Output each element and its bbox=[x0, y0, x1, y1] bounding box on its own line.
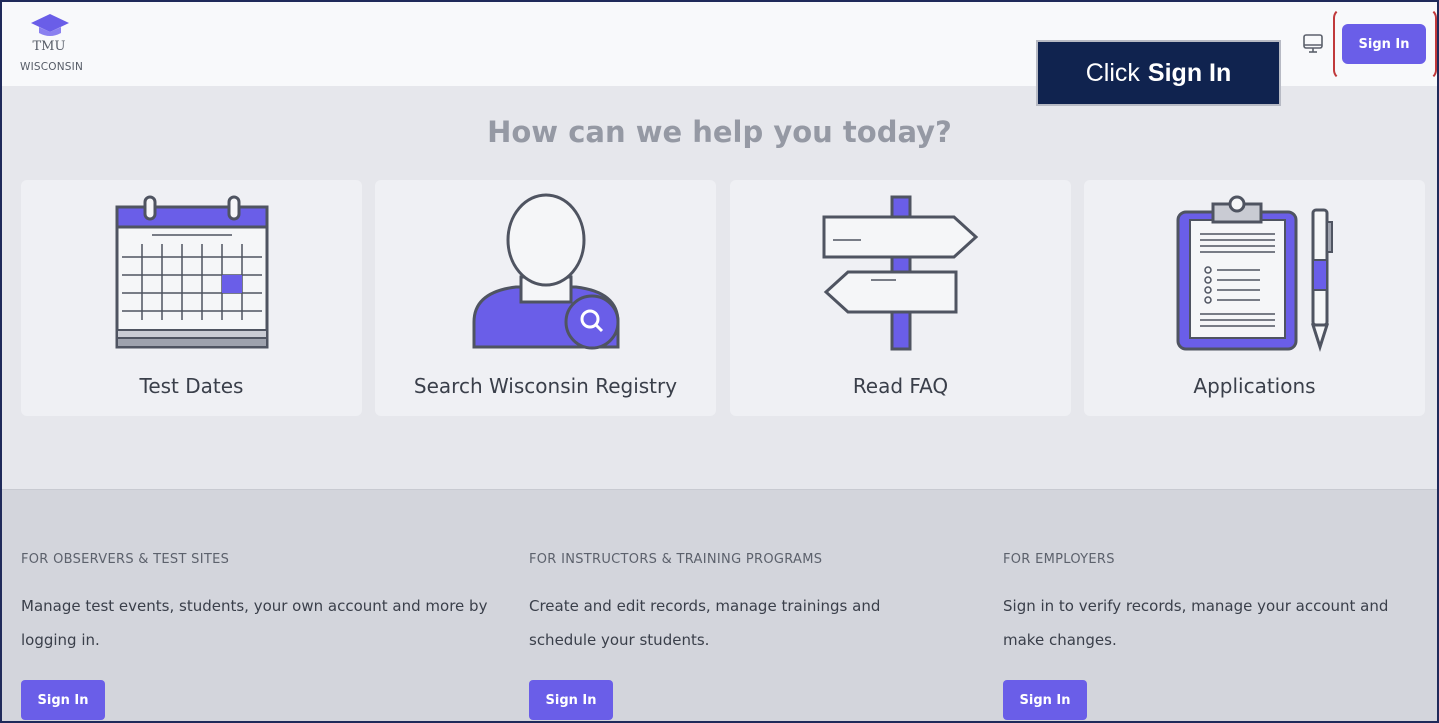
footer-column-employers: FOR EMPLOYERS Sign in to verify records,… bbox=[1003, 552, 1423, 720]
card-search-registry[interactable]: Search Wisconsin Registry bbox=[375, 180, 716, 416]
header-sign-in-button[interactable]: Sign In bbox=[1342, 24, 1426, 64]
signpost-icon bbox=[822, 195, 978, 351]
column-heading: FOR EMPLOYERS bbox=[1003, 552, 1115, 567]
logo-text-wisconsin: WISCONSIN bbox=[20, 61, 84, 73]
card-test-dates[interactable]: Test Dates bbox=[21, 180, 362, 416]
clipboard-icon bbox=[1176, 195, 1333, 352]
card-label: Search Wisconsin Registry bbox=[413, 374, 678, 398]
graduation-cap-icon bbox=[31, 14, 69, 36]
footer: FOR OBSERVERS & TEST SITES Manage test e… bbox=[2, 489, 1437, 721]
callout-prefix: Click bbox=[1085, 58, 1140, 87]
card-label: Applications bbox=[1193, 374, 1316, 398]
card-label: Read FAQ bbox=[852, 374, 949, 398]
employers-sign-in-button[interactable]: Sign In bbox=[1003, 680, 1087, 720]
column-heading: FOR INSTRUCTORS & TRAINING PROGRAMS bbox=[529, 552, 823, 567]
logo[interactable]: TMU WISCONSIN bbox=[20, 12, 100, 76]
instruction-callout: Click Sign In bbox=[1036, 40, 1281, 106]
instructors-sign-in-button[interactable]: Sign In bbox=[529, 680, 613, 720]
column-heading: FOR OBSERVERS & TEST SITES bbox=[21, 552, 230, 567]
column-description: Create and edit records, manage training… bbox=[529, 597, 881, 649]
header: TMU WISCONSIN Click Sign In Sign In bbox=[2, 2, 1437, 106]
card-applications[interactable]: Applications bbox=[1084, 180, 1425, 416]
observers-sign-in-button[interactable]: Sign In bbox=[21, 680, 105, 720]
callout-emphasis: Sign In bbox=[1147, 58, 1232, 87]
footer-column-instructors: FOR INSTRUCTORS & TRAINING PROGRAMS Crea… bbox=[529, 552, 949, 720]
card-read-faq[interactable]: Read FAQ bbox=[730, 180, 1071, 416]
page-frame: TMU WISCONSIN Click Sign In Sign In How … bbox=[0, 0, 1439, 723]
column-description: Manage test events, students, your own a… bbox=[21, 597, 488, 649]
page-headline: How can we help you today? bbox=[487, 115, 952, 149]
column-description: Sign in to verify records, manage your a… bbox=[1003, 597, 1389, 649]
person-search-icon bbox=[472, 193, 619, 350]
calendar-icon bbox=[115, 195, 268, 349]
footer-column-observers: FOR OBSERVERS & TEST SITES Manage test e… bbox=[21, 552, 491, 720]
monitor-icon[interactable] bbox=[1301, 33, 1325, 55]
logo-text-tmu: TMU bbox=[32, 39, 66, 54]
card-label: Test Dates bbox=[139, 374, 244, 398]
